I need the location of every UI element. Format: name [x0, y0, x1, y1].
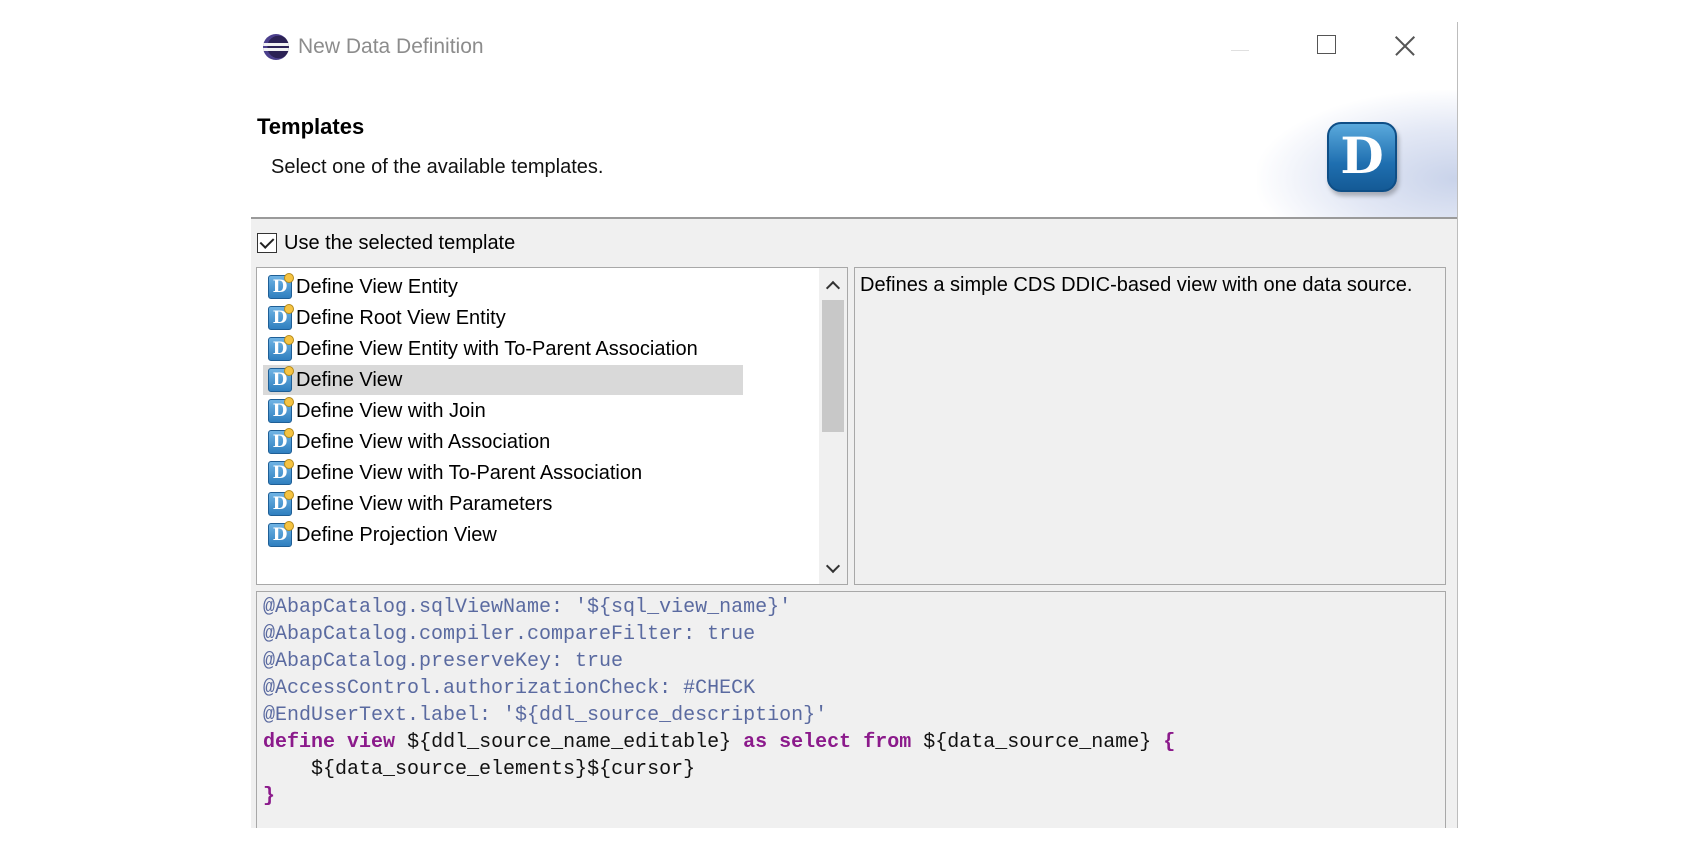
close-button[interactable] [1385, 28, 1425, 62]
template-label: Define Root View Entity [296, 306, 506, 329]
use-template-label[interactable]: Use the selected template [284, 232, 515, 255]
code-line-body: ${data_source_elements}${cursor} [263, 756, 695, 783]
keyword: select [779, 731, 852, 754]
code-line-define: define view ${ddl_source_name_editable} … [263, 729, 1175, 756]
template-icon: D [268, 490, 294, 516]
template-description-panel: Defines a simple CDS DDIC-based view wit… [854, 267, 1446, 585]
template-variable: ${ddl_source_name_editable} [407, 731, 732, 754]
template-variable: ${cursor} [587, 758, 696, 781]
scroll-down-chevron-icon[interactable] [819, 556, 847, 582]
template-label: Define View with Association [296, 430, 551, 453]
ddl-wizard-logo-icon: D [1327, 122, 1397, 192]
eclipse-icon [263, 34, 289, 60]
template-label: Define View with To-Parent Association [296, 461, 643, 484]
code-line: @AbapCatalog.sqlViewName: '${sql_view_na… [263, 596, 792, 619]
template-icon: D [268, 366, 294, 392]
code-line: @AccessControl.authorizationCheck: #CHEC… [263, 677, 756, 700]
template-icon: D [268, 397, 294, 423]
template-icon: D [268, 335, 294, 361]
scroll-thumb[interactable] [822, 300, 844, 432]
list-item-define-view-with-parameters[interactable]: D Define View with Parameters [263, 489, 743, 519]
keyword: from [863, 731, 912, 754]
minimize-button[interactable] [1219, 28, 1259, 62]
list-item-define-projection-view[interactable]: D Define Projection View [263, 520, 743, 550]
brace: { [1163, 731, 1176, 754]
list-item-define-view-to-parent[interactable]: D Define View with To-Parent Association [263, 458, 743, 488]
scroll-up-chevron-icon[interactable] [819, 272, 847, 298]
keyword: as [743, 731, 768, 754]
keyword: define [263, 731, 336, 754]
template-list-scrollbar[interactable] [819, 268, 847, 584]
template-preview: @AbapCatalog.sqlViewName: '${sql_view_na… [256, 591, 1446, 828]
maximize-button[interactable] [1307, 28, 1347, 62]
page-title: Templates [257, 114, 365, 139]
page-subtitle: Select one of the available templates. [271, 156, 604, 178]
template-variable: ${data_source_elements} [311, 758, 588, 781]
template-label: Define View Entity with To-Parent Associ… [296, 337, 698, 360]
template-label: Define View Entity [296, 275, 458, 298]
list-item-define-view[interactable]: D Define View [263, 365, 743, 395]
use-template-checkbox[interactable] [257, 233, 277, 253]
use-template-option[interactable]: Use the selected template [257, 230, 515, 256]
template-icon: D [268, 304, 294, 330]
template-variable: ${data_source_name} [923, 731, 1152, 754]
list-item-define-root-view-entity[interactable]: D Define Root View Entity [263, 303, 743, 333]
code-line: @AbapCatalog.preserveKey: true [263, 650, 624, 673]
list-item-define-view-with-join[interactable]: D Define View with Join [263, 396, 743, 426]
code-line: @EndUserText.label: '${ddl_source_descri… [263, 704, 828, 727]
template-label: Define Projection View [296, 523, 497, 546]
list-item-define-view-with-association[interactable]: D Define View with Association [263, 427, 743, 457]
list-item-define-view-entity-to-parent[interactable]: D Define View Entity with To-Parent Asso… [263, 334, 743, 364]
template-list[interactable]: D Define View Entity D Define Root View … [256, 267, 848, 585]
new-data-definition-dialog: New Data Definition Templates Select one… [251, 22, 1458, 828]
window-title: New Data Definition [298, 35, 484, 58]
template-label: Define View with Join [296, 399, 486, 422]
code-line-close: } [263, 785, 276, 808]
template-description: Defines a simple CDS DDIC-based view wit… [860, 274, 1413, 296]
template-icon: D [268, 273, 294, 299]
template-icon: D [268, 428, 294, 454]
template-label: Define View with Parameters [296, 492, 553, 515]
wizard-content: Use the selected template D Define View … [251, 219, 1457, 828]
template-icon: D [268, 459, 294, 485]
keyword: view [347, 731, 396, 754]
code-line: @AbapCatalog.compiler.compareFilter: tru… [263, 623, 756, 646]
template-icon: D [268, 521, 294, 547]
wizard-header: Templates Select one of the available te… [251, 70, 1457, 219]
title-bar: New Data Definition [251, 22, 1457, 70]
list-item-define-view-entity[interactable]: D Define View Entity [263, 272, 743, 302]
template-label: Define View [296, 368, 403, 391]
